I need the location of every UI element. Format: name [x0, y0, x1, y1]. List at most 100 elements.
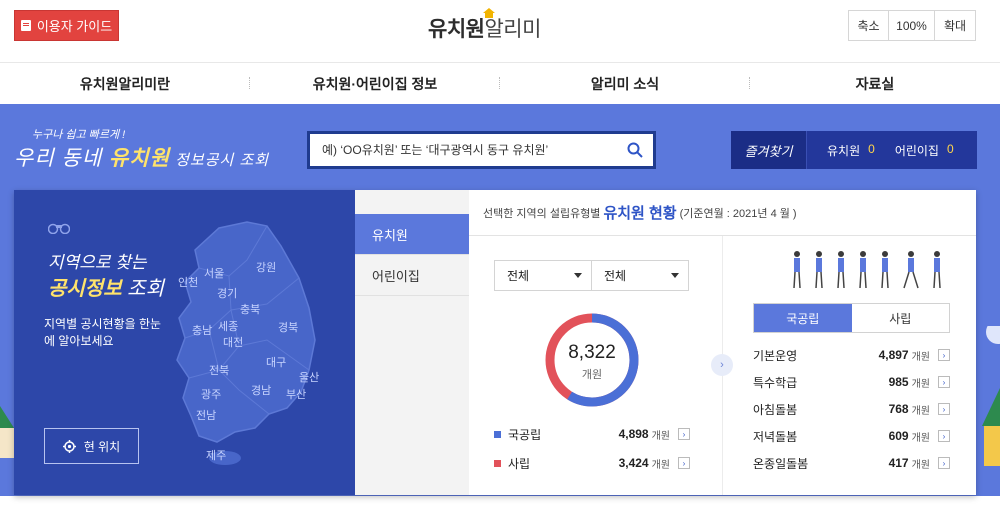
total-count: 8,322: [568, 342, 616, 363]
region-sejong[interactable]: 세종: [218, 318, 238, 334]
stats-header-reference-date: (기준연월 : 2021년 4 월 ): [679, 207, 797, 220]
legend-private-swatch: [494, 459, 501, 467]
korea-map[interactable]: [169, 220, 319, 470]
region-daegu[interactable]: 대구: [266, 354, 286, 370]
region-busan[interactable]: 부산: [286, 386, 306, 402]
legend-public: 국공립 4,898 개원 ›: [494, 424, 690, 444]
service-value: 4,897: [878, 348, 909, 362]
map-title-line1: 지역으로 찾는: [48, 253, 147, 272]
favorites-daycare-count: 0: [946, 141, 954, 156]
tagline-part-a: 우리 동네: [14, 147, 109, 170]
legend-private-value: 3,424: [618, 456, 649, 470]
zoom-controls: 축소 100% 확대: [848, 10, 976, 41]
map-title-highlight: 공시정보: [48, 278, 122, 300]
user-guide-button[interactable]: 이용자 가이드: [14, 10, 119, 41]
service-unit: 개원: [911, 432, 930, 444]
legend-public-unit: 개원: [651, 430, 670, 442]
user-guide-label: 이용자 가이드: [36, 19, 113, 34]
region-jeju[interactable]: 제주: [206, 447, 226, 463]
region-jeonbuk[interactable]: 전북: [209, 362, 229, 378]
service-row-all-day-care: 온종일돌봄 417 개원 ›: [753, 453, 950, 473]
service-unit: 개원: [911, 378, 930, 390]
legend-private-unit: 개원: [651, 459, 670, 471]
search-bar: [307, 131, 656, 169]
service-row-basic: 기본운영 4,897 개원 ›: [753, 345, 950, 365]
main-card: 지역으로 찾는 공시정보 조회 지역별 공시현황을 한눈에 알아보세요 서울 인…: [14, 190, 976, 495]
legend-private-detail-button[interactable]: ›: [678, 457, 690, 469]
service-detail-button[interactable]: ›: [938, 457, 950, 469]
service-row-morning-care: 아침돌봄 768 개원 ›: [753, 399, 950, 419]
tagline-main: 우리 동네 유치원 정보공시 조회: [14, 142, 269, 172]
legend-private: 사립 3,424 개원 ›: [494, 453, 690, 473]
stats-header-highlight: 유치원 현황: [603, 205, 677, 222]
playground-decoration: [982, 326, 1000, 466]
service-value: 609: [888, 429, 909, 443]
favorites-kindergarten-label: 유치원: [827, 143, 861, 158]
tagline-highlight: 유치원: [108, 147, 170, 170]
service-detail-button[interactable]: ›: [938, 349, 950, 361]
region-gangwon[interactable]: 강원: [256, 259, 276, 275]
legend-public-value: 4,898: [618, 427, 649, 441]
nav-item-archive[interactable]: 자료실: [750, 63, 1000, 104]
favorites-kindergarten[interactable]: 유치원 0: [827, 142, 875, 159]
stats-header: 선택한 지역의 설립유형별 유치원 현황 (기준연월 : 2021년 4 월 ): [469, 190, 976, 236]
region-select-2[interactable]: 전체: [591, 260, 689, 291]
site-logo[interactable]: 유치원 알리미: [428, 8, 541, 44]
service-detail-button[interactable]: ›: [938, 430, 950, 442]
region-daejeon[interactable]: 대전: [223, 334, 243, 350]
legend-private-label: 사립: [508, 456, 531, 471]
region-gyeonggi[interactable]: 경기: [217, 285, 237, 301]
region-select-1[interactable]: 전체: [494, 260, 592, 291]
next-arrow-button[interactable]: ›: [711, 354, 733, 376]
region-gwangju[interactable]: 광주: [201, 386, 221, 402]
tab-kindergarten[interactable]: 유치원: [355, 214, 469, 255]
people-illustration: [793, 251, 941, 289]
tagline-part-c: 정보공시 조회: [169, 152, 270, 169]
favorites-daycare[interactable]: 어린이집 0: [895, 142, 954, 159]
region-incheon[interactable]: 인천: [178, 274, 198, 290]
type-segment-control: 국공립 사립: [753, 303, 950, 333]
favorites-title[interactable]: 즐겨찾기: [731, 131, 807, 169]
stats-panel: 선택한 지역의 설립유형별 유치원 현황 (기준연월 : 2021년 4 월 )…: [469, 190, 976, 495]
tab-daycare[interactable]: 어린이집: [355, 255, 469, 296]
service-label: 온종일돌봄: [753, 456, 809, 471]
service-row-evening-care: 저녁돌봄 609 개원 ›: [753, 426, 950, 446]
service-label: 기본운영: [753, 348, 798, 363]
favorites-daycare-label: 어린이집: [894, 143, 939, 158]
nav-item-info[interactable]: 유치원·어린이집 정보: [250, 63, 500, 104]
map-subtitle: 지역별 공시현황을 한눈에 알아보세요: [44, 317, 162, 348]
region-gyeongbuk[interactable]: 경북: [278, 319, 298, 335]
region-jeonnam[interactable]: 전남: [196, 407, 216, 423]
legend-public-detail-button[interactable]: ›: [678, 428, 690, 440]
zoom-in-button[interactable]: 확대: [935, 11, 975, 40]
nav-item-about[interactable]: 유치원알리미란: [0, 63, 250, 104]
search-icon[interactable]: [627, 142, 643, 158]
segment-private[interactable]: 사립: [851, 304, 949, 332]
top-bar: 이용자 가이드 유치원 알리미 축소 100% 확대: [0, 0, 1000, 52]
legend-public-swatch: [494, 430, 501, 438]
main-nav: 유치원알리미란 유치원·어린이집 정보 알리미 소식 자료실: [0, 62, 1000, 104]
region-chungbuk[interactable]: 충북: [240, 301, 260, 317]
service-value: 417: [888, 456, 909, 470]
nav-item-news[interactable]: 알리미 소식: [500, 63, 750, 104]
tagline-small: 누구나 쉽고 빠르게 !: [32, 129, 126, 141]
legend-public-label: 국공립: [508, 427, 542, 442]
service-label: 특수학급: [753, 375, 798, 390]
region-chungnam[interactable]: 충남: [192, 322, 212, 338]
service-unit: 개원: [911, 351, 930, 363]
zoom-out-button[interactable]: 축소: [849, 11, 889, 40]
service-label: 저녁돌봄: [753, 429, 798, 444]
favorites-kindergarten-count: 0: [868, 141, 875, 156]
region-gyeongnam[interactable]: 경남: [251, 382, 271, 398]
zoom-level: 100%: [889, 11, 935, 40]
search-input[interactable]: [322, 143, 612, 157]
service-row-special-class: 특수학급 985 개원 ›: [753, 372, 950, 392]
stats-header-prefix: 선택한 지역의 설립유형별: [483, 207, 601, 220]
region-ulsan[interactable]: 울산: [299, 369, 319, 385]
region-seoul[interactable]: 서울: [204, 265, 224, 281]
service-detail-button[interactable]: ›: [938, 376, 950, 388]
service-label: 아침돌봄: [753, 402, 798, 417]
segment-public[interactable]: 국공립: [754, 304, 852, 332]
kids-illustration: [19, 390, 119, 480]
service-detail-button[interactable]: ›: [938, 403, 950, 415]
